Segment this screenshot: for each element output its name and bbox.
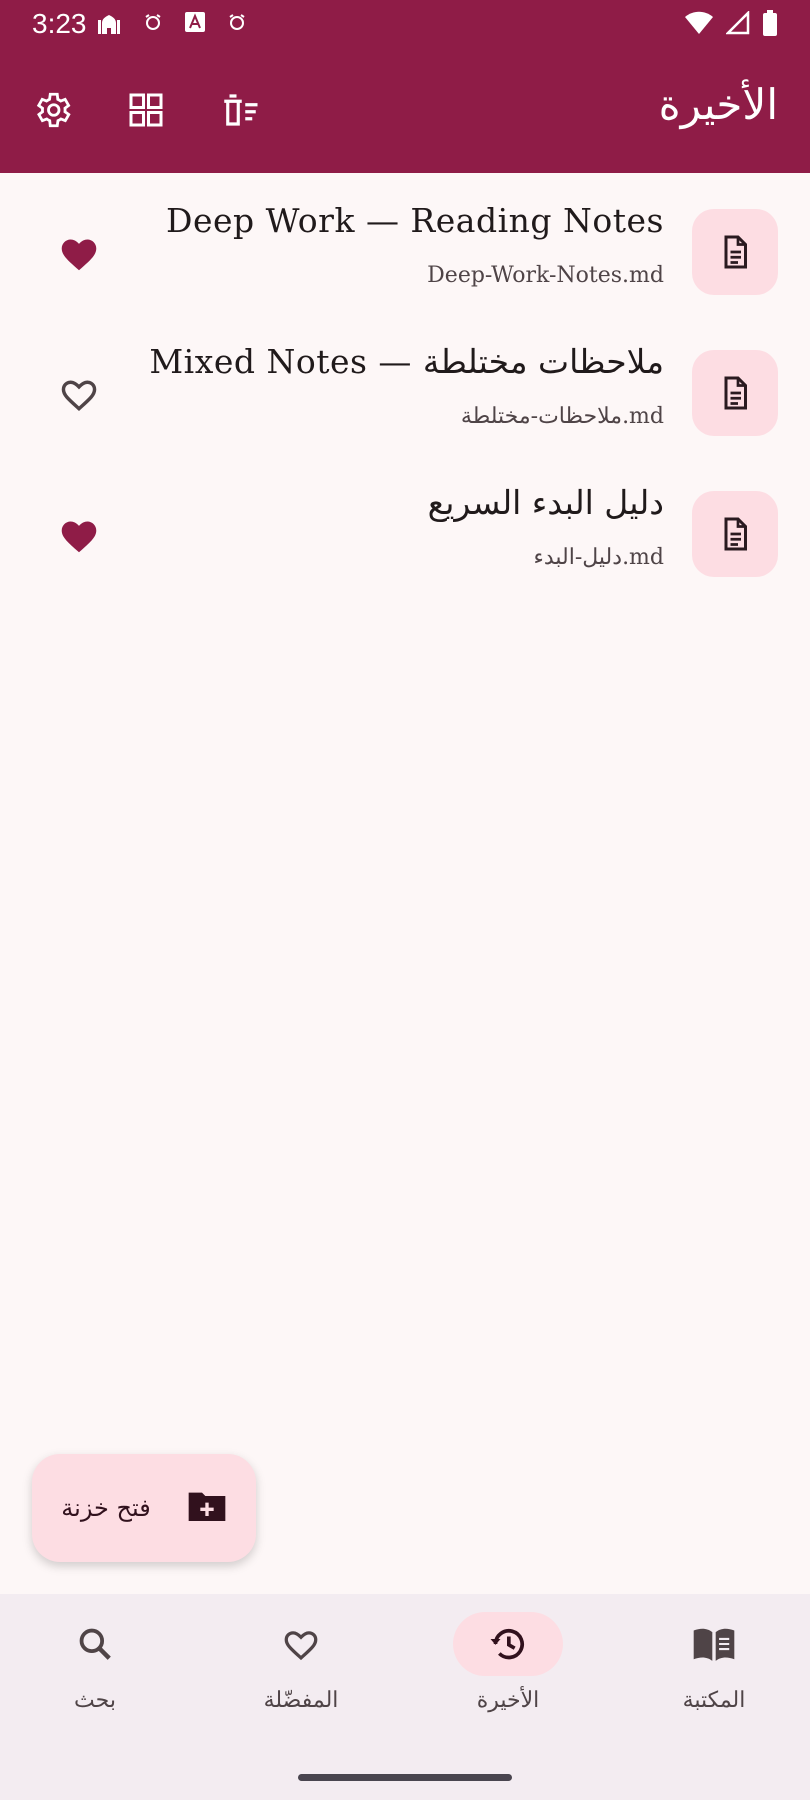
battery-icon <box>762 10 778 41</box>
status-icons-left <box>96 10 246 34</box>
nav-item-library[interactable]: المكتبة <box>639 1612 789 1732</box>
settings-icon[interactable] <box>30 88 74 132</box>
bottom-nav: بحث المفضّلة الأخيرة المكتبة <box>0 1594 810 1800</box>
clear-recent-icon[interactable] <box>218 88 262 132</box>
page-title: الأخيرة <box>658 80 778 129</box>
file-name: ملاحظات-مختلطة.md <box>460 404 664 429</box>
list-item[interactable]: دليل البدء السريع دليل-البدء.md <box>0 455 810 596</box>
grid-view-icon[interactable] <box>124 88 168 132</box>
document-icon <box>692 350 778 436</box>
list-item[interactable]: Mixed Notes — ملاحظات مختلطة ملاحظات-مخت… <box>0 314 810 455</box>
heart-outline-icon <box>246 1612 356 1676</box>
file-title: Deep Work — Reading Notes <box>166 201 664 240</box>
document-icon <box>692 209 778 295</box>
nav-label: بحث <box>74 1688 116 1713</box>
open-vault-button[interactable]: فتح خزنة <box>32 1454 256 1562</box>
file-title: Mixed Notes — ملاحظات مختلطة <box>149 342 664 381</box>
status-time: 3:23 <box>32 8 87 39</box>
status-icons-right <box>684 9 778 41</box>
history-icon <box>453 1612 563 1676</box>
folder-add-icon <box>187 1489 227 1527</box>
search-icon <box>40 1612 150 1676</box>
document-icon <box>692 491 778 577</box>
nav-item-search[interactable]: بحث <box>20 1612 170 1732</box>
file-name: Deep-Work-Notes.md <box>427 263 664 288</box>
favorite-outline-icon[interactable] <box>56 372 102 416</box>
alarm-icon <box>228 13 246 31</box>
nav-label: الأخيرة <box>476 1688 540 1713</box>
mosque-icon <box>96 10 122 34</box>
book-icon <box>659 1612 769 1676</box>
nav-item-favorites[interactable]: المفضّلة <box>226 1612 376 1732</box>
recent-files-list: Deep Work — Reading Notes Deep-Work-Note… <box>0 173 810 596</box>
list-item[interactable]: Deep Work — Reading Notes Deep-Work-Note… <box>0 173 810 314</box>
file-name: دليل-البدء.md <box>533 545 664 570</box>
home-indicator[interactable] <box>298 1774 512 1781</box>
font-icon <box>184 11 206 33</box>
app-bar-actions <box>30 88 262 132</box>
favorite-filled-icon[interactable] <box>56 513 102 557</box>
alarm-icon <box>144 13 162 31</box>
nav-label: المكتبة <box>682 1688 746 1713</box>
file-title: دليل البدء السريع <box>427 483 664 522</box>
nav-item-recent[interactable]: الأخيرة <box>433 1612 583 1732</box>
wifi-icon <box>684 11 714 40</box>
open-vault-label: فتح خزنة <box>61 1494 151 1522</box>
app-bar: الأخيرة <box>0 48 810 173</box>
favorite-filled-icon[interactable] <box>56 231 102 275</box>
signal-icon <box>724 9 750 40</box>
status-bar: 3:23 <box>0 0 810 48</box>
nav-label: المفضّلة <box>263 1688 339 1713</box>
